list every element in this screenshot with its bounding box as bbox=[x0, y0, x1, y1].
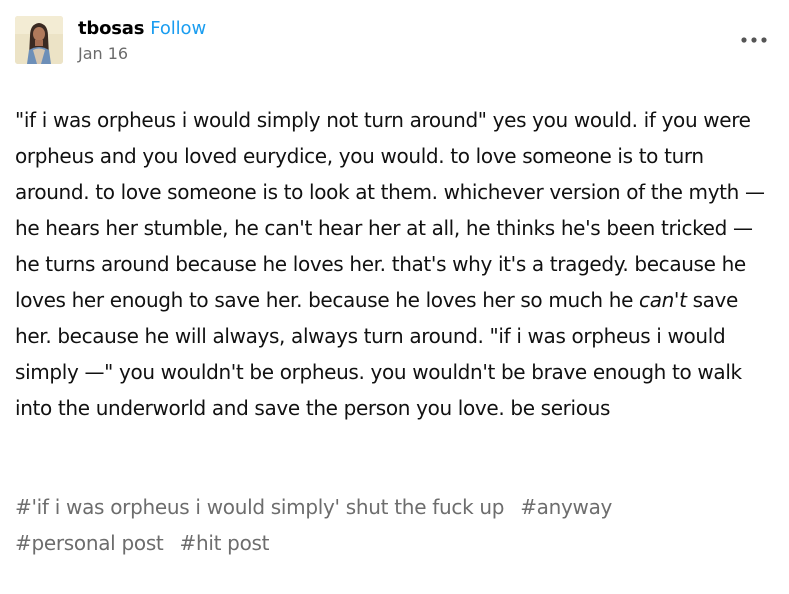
follow-button[interactable]: Follow bbox=[150, 18, 206, 39]
post-header: tbosas Follow Jan 16 bbox=[15, 16, 775, 64]
post-body: "if i was orpheus i would simply not tur… bbox=[15, 102, 775, 426]
post-tags: #'if i was orpheus i would simply' shut … bbox=[15, 489, 775, 561]
post-date[interactable]: Jan 16 bbox=[78, 44, 206, 63]
tag-link[interactable]: #personal post bbox=[15, 531, 164, 555]
post-body-emphasis: can't bbox=[639, 288, 687, 312]
tag-link[interactable]: #anyway bbox=[520, 495, 612, 519]
post-card: tbosas Follow Jan 16 "if i was orpheus i… bbox=[0, 0, 789, 594]
post-meta: tbosas Follow Jan 16 bbox=[78, 18, 206, 63]
more-options-button[interactable] bbox=[739, 30, 769, 50]
name-row: tbosas Follow bbox=[78, 18, 206, 39]
more-horizontal-icon bbox=[741, 37, 767, 43]
post-body-text-1: "if i was orpheus i would simply not tur… bbox=[15, 108, 765, 312]
avatar[interactable] bbox=[15, 16, 63, 64]
tag-link[interactable]: #'if i was orpheus i would simply' shut … bbox=[15, 495, 504, 519]
username-link[interactable]: tbosas bbox=[78, 18, 144, 39]
tag-link[interactable]: #hit post bbox=[179, 531, 269, 555]
avatar-image bbox=[15, 16, 63, 64]
